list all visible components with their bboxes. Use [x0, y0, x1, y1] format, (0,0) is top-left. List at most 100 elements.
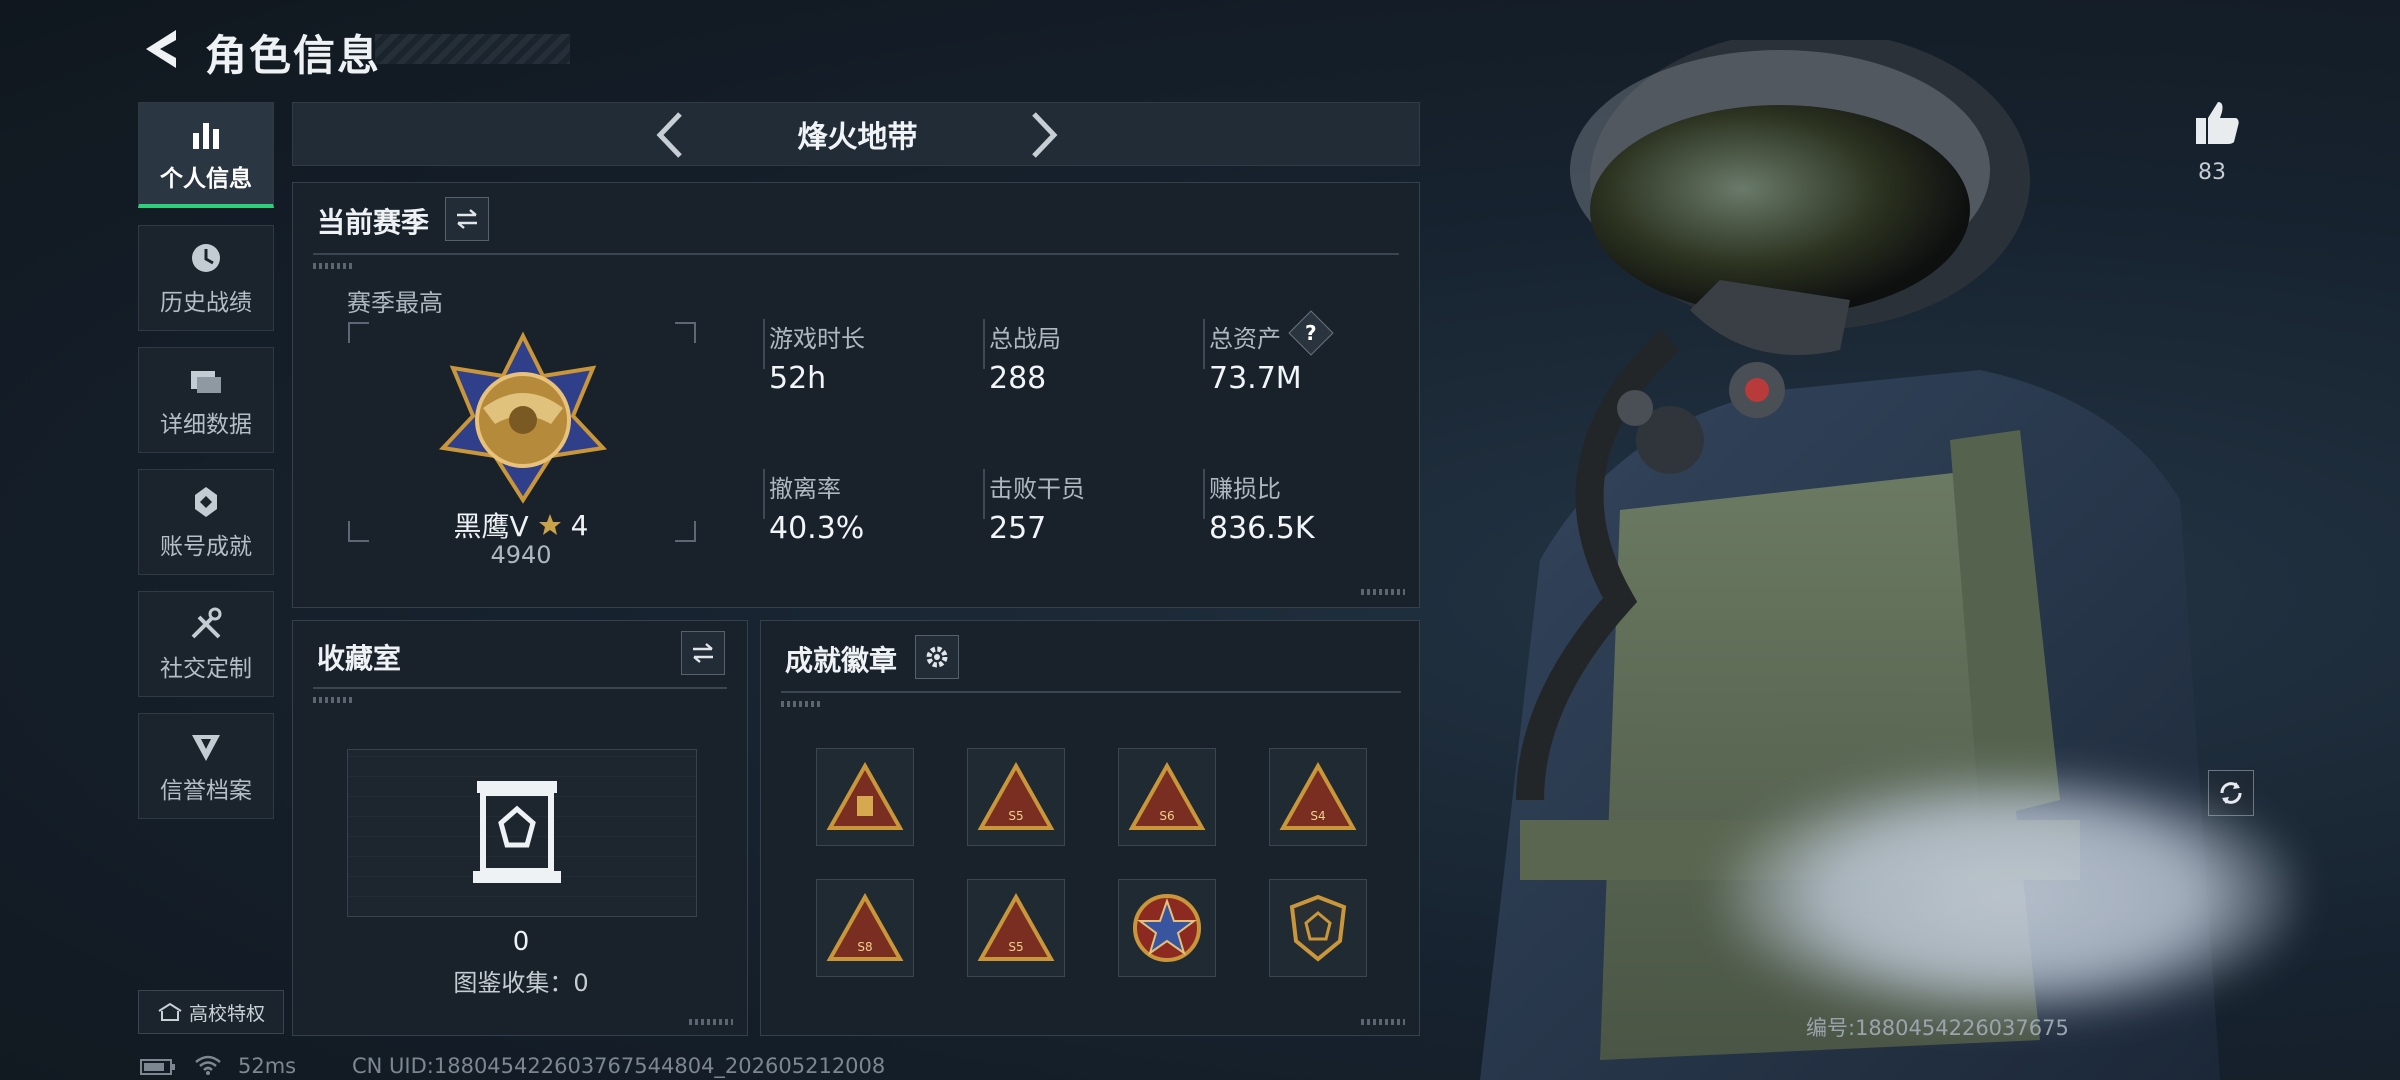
wifi-icon: [195, 1055, 221, 1075]
stat-divider: [763, 319, 765, 369]
serial-number: 编号:1880454226037675: [1806, 1016, 2069, 1040]
divider-deco: [313, 697, 353, 703]
swap-icon: [457, 209, 477, 229]
page-title: 角色信息: [205, 31, 382, 80]
achievement-badge[interactable]: S5: [967, 879, 1065, 977]
stat-total-assets-value: 73.7M: [1209, 361, 1302, 396]
corner-deco: [1361, 1019, 1405, 1025]
ping: 52ms: [238, 1054, 297, 1078]
stat-divider: [983, 319, 985, 369]
stat-kills-value: 257: [989, 511, 1047, 546]
stat-divider: [763, 469, 765, 519]
title-decoration: [375, 34, 570, 64]
nav-history[interactable]: 历史战绩: [138, 225, 274, 331]
gear-icon: [926, 646, 948, 668]
tools-icon: [191, 607, 222, 639]
nav-detailed-data[interactable]: 详细数据: [138, 347, 274, 453]
achievement-badge[interactable]: S4: [1269, 748, 1367, 846]
round-medal-icon: [1133, 894, 1201, 962]
folders-icon: [191, 371, 221, 393]
divider: [781, 691, 1401, 693]
stat-divider: [983, 469, 985, 519]
badge-code: S8: [857, 940, 872, 954]
stat-total-assets-label: 总资产: [1209, 325, 1281, 353]
badge-code: S4: [1310, 809, 1325, 823]
stat-profit-ratio-value: 836.5K: [1209, 511, 1315, 546]
stat-extract-rate-value: 40.3%: [769, 511, 865, 546]
stat-total-matches-value: 288: [989, 361, 1047, 396]
swap-icon: [693, 643, 713, 663]
collection-count: 0: [512, 927, 530, 957]
stat-divider: [1203, 469, 1205, 519]
badge-code: S5: [1008, 940, 1023, 954]
achievement-badge[interactable]: [1269, 879, 1367, 977]
season-best-label: 赛季最高: [347, 289, 443, 317]
divider-deco: [781, 701, 821, 707]
clock-icon: [192, 244, 220, 272]
achievements-title: 成就徽章: [785, 644, 898, 677]
star-icon: [538, 514, 561, 535]
prev-mode-icon[interactable]: [652, 108, 686, 162]
badge-code: S6: [1159, 809, 1174, 823]
triangle-badge-icon: S6: [1128, 762, 1206, 830]
season-panel: 当前赛季 赛季最高 黑鹰Ⅴ 4 4940 游戏时长 52h 总战局 288 总资…: [292, 182, 1420, 608]
achievement-badge[interactable]: [816, 748, 914, 846]
season-switch-button[interactable]: [445, 197, 489, 241]
nav-label: 社交定制: [160, 656, 252, 682]
season-title: 当前赛季: [317, 206, 430, 239]
divider: [313, 253, 1399, 255]
corner-deco: [689, 1019, 733, 1025]
battery-icon: [140, 1059, 175, 1075]
next-mode-icon[interactable]: [1028, 108, 1062, 162]
thumbs-up-icon[interactable]: [2190, 96, 2242, 148]
achievement-badge[interactable]: S8: [816, 879, 914, 977]
school-label: 高校特权: [188, 1002, 265, 1025]
nav-personal-info[interactable]: 个人信息: [138, 102, 274, 208]
nav-social-custom[interactable]: 社交定制: [138, 591, 274, 697]
nav-achievements[interactable]: 账号成就: [138, 469, 274, 575]
collection-switch-button[interactable]: [681, 631, 725, 675]
achievement-badge[interactable]: S6: [1118, 748, 1216, 846]
nav-label: 账号成就: [160, 534, 252, 560]
triangle-badge-icon: S4: [1279, 762, 1357, 830]
credit-icon: [192, 735, 220, 761]
nav-label: 历史战绩: [160, 290, 252, 316]
corner-deco: [1361, 589, 1405, 595]
achievements-settings-button[interactable]: [915, 635, 959, 679]
rank-score: 4940: [490, 541, 552, 569]
stat-kills-label: 击败干员: [989, 475, 1085, 503]
nav-label: 个人信息: [160, 165, 252, 192]
divider-deco: [313, 263, 353, 269]
triangle-badge-icon: S5: [977, 762, 1055, 830]
divider: [313, 687, 727, 689]
player-uid: CN UID:18804542260376754480​4_2026052120…: [352, 1054, 886, 1078]
nav-credit-profile[interactable]: 信誉档案: [138, 713, 274, 819]
achievement-badge[interactable]: S5: [967, 748, 1065, 846]
achievement-icon: [195, 487, 217, 517]
nav-label: 信誉档案: [160, 778, 252, 804]
rank-name: 黑鹰Ⅴ: [453, 510, 529, 543]
stat-profit-ratio-label: 赚损比: [1209, 475, 1281, 503]
blurred-overlay: [1720, 770, 2300, 1020]
rank-emblem-icon: [438, 331, 608, 504]
triangle-badge-icon: [826, 762, 904, 830]
achievement-badge[interactable]: [1118, 879, 1216, 977]
help-icon[interactable]: ?: [1288, 310, 1334, 356]
stat-play-time-value: 52h: [769, 361, 827, 396]
nav-label: 详细数据: [160, 412, 252, 438]
triangle-badge-icon: S5: [977, 893, 1055, 961]
back-arrow-icon[interactable]: [138, 24, 182, 74]
collection-title: 收藏室: [317, 642, 402, 675]
triangle-badge-icon: S8: [826, 893, 904, 961]
rank-stars: 4: [570, 508, 589, 542]
achievements-panel: 成就徽章 S5 S6 S4 S8 S5: [760, 620, 1420, 1036]
mode-name: 烽火地带: [797, 120, 918, 155]
like-count: 83: [2198, 160, 2226, 185]
stat-divider: [1203, 319, 1205, 369]
rank-row: 黑鹰Ⅴ 4: [391, 505, 651, 545]
stat-play-time-label: 游戏时长: [769, 325, 865, 353]
badge-code: S5: [1008, 809, 1023, 823]
school-icon: [158, 1002, 182, 1021]
school-privilege-button[interactable]: 高校特权: [138, 990, 284, 1034]
stat-total-matches-label: 总战局: [989, 325, 1061, 353]
